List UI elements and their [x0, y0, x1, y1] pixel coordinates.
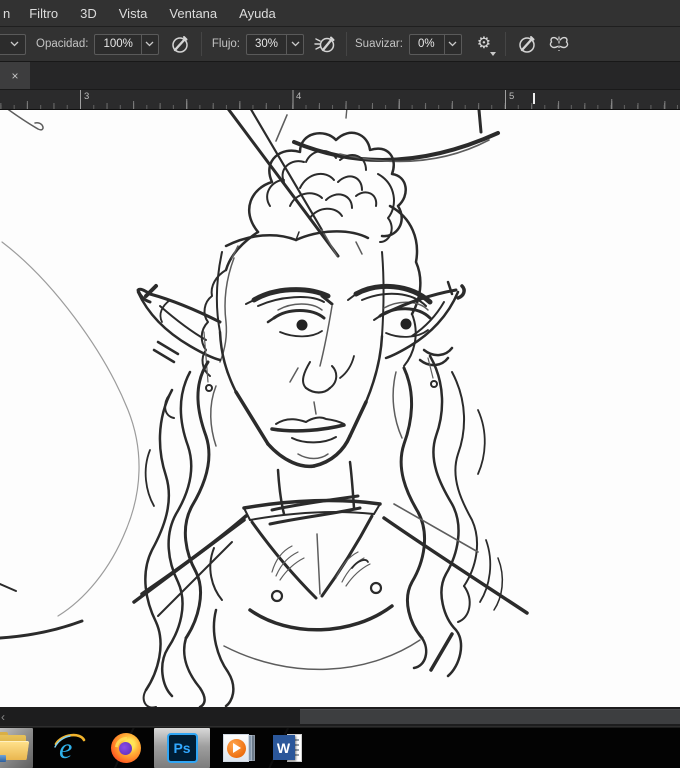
- ruler-cursor-marker: [533, 93, 535, 104]
- menu-item-filtro[interactable]: Filtro: [18, 0, 69, 26]
- caret-down-icon: [489, 52, 496, 56]
- gear-icon[interactable]: ⚙: [471, 31, 497, 57]
- sketch-left-ear: [136, 284, 222, 419]
- sketch-hair-left-strands: [142, 360, 235, 707]
- firefox-icon: [110, 732, 142, 764]
- photoshop-window: n Filtro 3D Vista Ventana Ayuda Opacidad…: [0, 0, 680, 768]
- windows-taskbar: e Ps W: [0, 727, 680, 768]
- taskbar-word-button[interactable]: W: [266, 728, 322, 768]
- scroll-left-arrow-icon[interactable]: ‹: [1, 707, 5, 726]
- sketch-lips: [270, 401, 346, 460]
- taskbar-file-explorer-button[interactable]: [0, 728, 33, 768]
- scrollbar-thumb[interactable]: [300, 709, 680, 724]
- smoothing-value: 0%: [417, 38, 435, 50]
- sketch-topknot-bun: [247, 131, 407, 243]
- flow-value: 30%: [254, 38, 279, 50]
- folder-icon: [0, 732, 30, 762]
- menu-item-ventana[interactable]: Ventana: [158, 0, 228, 26]
- opacity-dropdown[interactable]: 100%: [94, 33, 159, 55]
- tool-options-bar: Opacidad: 100% Flujo: 30% Suavizar: 0% ⚙: [0, 27, 680, 62]
- taskbar-media-player-button[interactable]: [210, 728, 266, 768]
- pen-pressure-opacity-icon[interactable]: [167, 31, 193, 57]
- separator: [504, 32, 506, 56]
- ruler-label: 4: [296, 91, 302, 102]
- sketch-horn-lines: [227, 110, 340, 258]
- sketch-nose: [289, 305, 355, 394]
- butterfly-symmetry-icon[interactable]: [546, 31, 572, 57]
- menu-item-vista[interactable]: Vista: [108, 0, 159, 26]
- document-tab-bar: ×: [0, 62, 680, 90]
- taskbar-photoshop-button[interactable]: Ps: [154, 728, 210, 768]
- word-icon: W: [272, 732, 302, 764]
- menu-item-3d[interactable]: 3D: [69, 0, 108, 26]
- document-tab[interactable]: ×: [0, 62, 30, 89]
- menu-bar: n Filtro 3D Vista Ventana Ayuda: [0, 0, 680, 27]
- canvas-area[interactable]: [0, 110, 680, 707]
- internet-explorer-icon: e: [54, 732, 86, 764]
- chevron-down-icon: [287, 41, 303, 47]
- chevron-down-icon: [445, 41, 461, 47]
- chevron-down-icon: [142, 41, 158, 47]
- flow-dropdown[interactable]: 30%: [245, 33, 305, 55]
- sketch-hair-right-strands: [392, 354, 504, 678]
- play-icon: [226, 738, 246, 758]
- smoothing-dropdown[interactable]: 0%: [408, 33, 462, 55]
- brush-preset-dropdown[interactable]: [0, 33, 26, 55]
- menu-item-imagen-truncated[interactable]: n: [0, 0, 18, 26]
- taskbar-internet-explorer-button[interactable]: e: [42, 728, 98, 768]
- separator: [200, 32, 202, 56]
- sketch-top-right-arc: [292, 110, 500, 163]
- opacity-value: 100%: [103, 38, 133, 50]
- sketch-eyes: [266, 301, 432, 338]
- photoshop-icon: Ps: [166, 733, 198, 763]
- taskbar-firefox-button[interactable]: [98, 728, 154, 768]
- chevron-down-icon: [6, 41, 22, 47]
- horizontal-scrollbar[interactable]: ‹: [0, 707, 680, 727]
- opacity-label: Opacidad:: [36, 38, 89, 50]
- flow-label: Flujo:: [211, 38, 240, 50]
- sketch-clothing: [132, 498, 529, 672]
- separator: [346, 32, 348, 56]
- canvas-artwork: [0, 110, 529, 707]
- close-icon[interactable]: ×: [11, 69, 18, 83]
- media-player-icon: [223, 733, 255, 763]
- menu-item-ayuda[interactable]: Ayuda: [228, 0, 287, 26]
- ruler-label: 5: [509, 91, 515, 102]
- sketch-construction-lines: [0, 110, 140, 640]
- horizontal-ruler[interactable]: 3 4 5: [0, 90, 680, 110]
- ruler-label: 3: [84, 91, 90, 102]
- airbrush-icon[interactable]: [312, 31, 338, 57]
- smoothing-label: Suavizar:: [355, 38, 403, 50]
- pen-pressure-size-icon[interactable]: [514, 31, 540, 57]
